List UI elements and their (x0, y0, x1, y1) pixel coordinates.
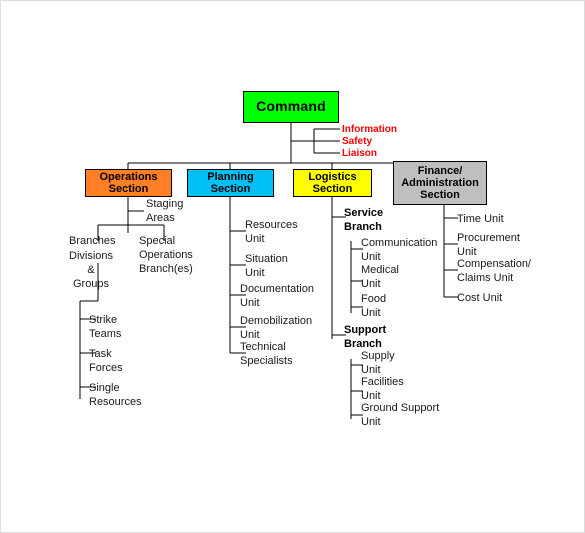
command-staff-information[interactable]: Information (342, 125, 397, 135)
leaf-task-forces[interactable]: Task Forces (89, 347, 123, 375)
org-chart-canvas: Command Information Safety Liaison Opera… (0, 0, 585, 533)
leaf-support-branch[interactable]: Support Branch (344, 323, 386, 351)
command-staff-safety[interactable]: Safety (342, 137, 372, 147)
leaf-procurement-unit[interactable]: Procurement Unit (457, 231, 520, 259)
leaf-facilities-unit[interactable]: Facilities Unit (361, 375, 404, 403)
leaf-branches[interactable]: Branches (69, 234, 115, 248)
leaf-strike-teams[interactable]: Strike Teams (89, 313, 121, 341)
node-finance-administration-section[interactable]: Finance/ Administration Section (393, 161, 487, 205)
node-operations-section[interactable]: Operations Section (85, 169, 172, 197)
leaf-medical-unit[interactable]: Medical Unit (361, 263, 399, 291)
leaf-situation-unit[interactable]: Situation Unit (245, 252, 288, 280)
leaf-divisions-and-groups[interactable]: Divisions & Groups (69, 249, 113, 291)
node-planning-section[interactable]: Planning Section (187, 169, 274, 197)
node-logistics-section[interactable]: Logistics Section (293, 169, 372, 197)
node-command[interactable]: Command (243, 91, 339, 123)
leaf-resources-unit[interactable]: Resources Unit (245, 218, 298, 246)
leaf-ground-support-unit[interactable]: Ground Support Unit (361, 401, 439, 429)
leaf-staging-areas[interactable]: Staging Areas (146, 197, 183, 225)
leaf-service-branch[interactable]: Service Branch (344, 206, 383, 234)
leaf-cost-unit[interactable]: Cost Unit (457, 291, 502, 305)
leaf-technical-specialists[interactable]: Technical Specialists (240, 340, 293, 368)
leaf-single-resources[interactable]: Single Resources (89, 381, 142, 409)
leaf-demobilization-unit[interactable]: Demobilization Unit (240, 314, 312, 342)
leaf-compensation-claims-unit[interactable]: Compensation/ Claims Unit (457, 257, 531, 285)
leaf-supply-unit[interactable]: Supply Unit (361, 349, 395, 377)
leaf-time-unit[interactable]: Time Unit (457, 212, 504, 226)
leaf-special-operations-branches[interactable]: Special Operations Branch(es) (139, 234, 193, 276)
leaf-food-unit[interactable]: Food Unit (361, 292, 386, 320)
leaf-documentation-unit[interactable]: Documentation Unit (240, 282, 314, 310)
leaf-communication-unit[interactable]: Communication Unit (361, 236, 437, 264)
command-staff-liaison[interactable]: Liaison (342, 149, 377, 159)
